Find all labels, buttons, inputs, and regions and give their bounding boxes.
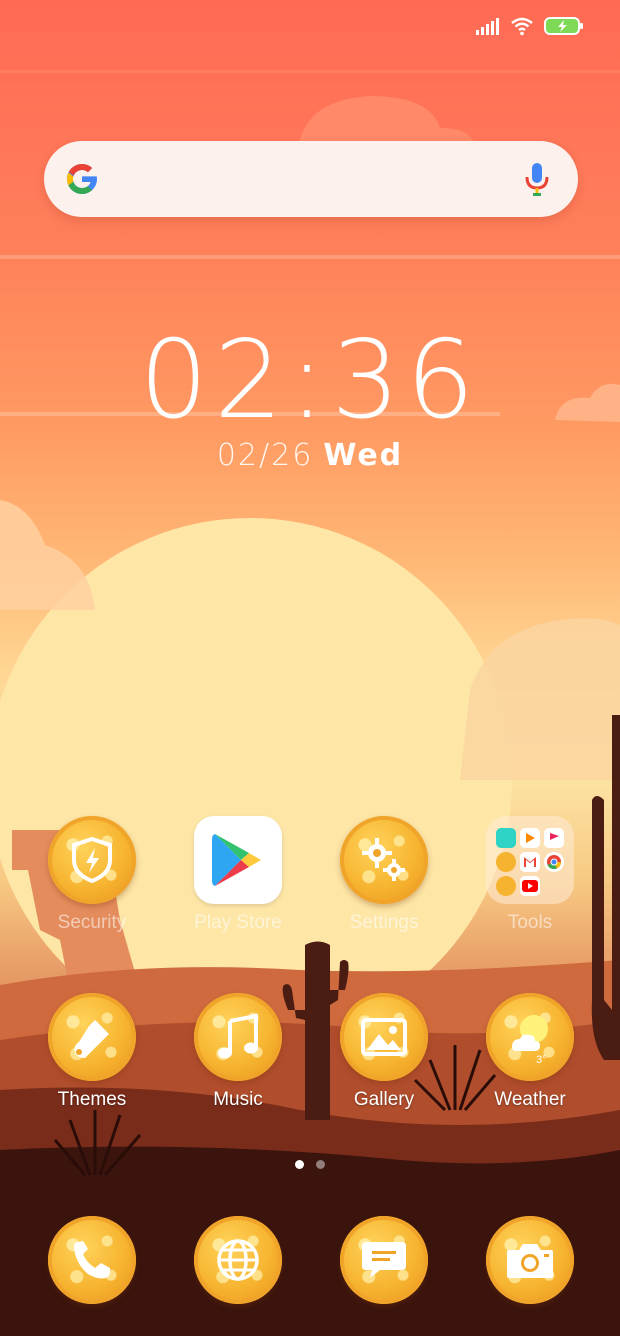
camera-icon xyxy=(486,1216,574,1304)
microphone-icon[interactable] xyxy=(524,161,550,197)
paintbrush-icon xyxy=(48,993,136,1081)
page-dot-active[interactable] xyxy=(295,1160,304,1169)
app-music[interactable]: Music xyxy=(178,993,298,1111)
app-weather[interactable]: 3° Weather xyxy=(470,993,590,1111)
weekday-text: Wed xyxy=(323,438,404,473)
clock-time[interactable]: 02:36 xyxy=(0,318,620,443)
chrome-icon xyxy=(544,852,564,872)
play-store-icon xyxy=(194,816,282,904)
battery-charging-icon xyxy=(544,17,583,35)
video-icon xyxy=(520,828,540,848)
weather-temp: 3° xyxy=(536,1054,547,1065)
dock-messages[interactable] xyxy=(339,1216,429,1306)
app-play-store[interactable]: Play Store xyxy=(178,816,298,934)
dock-camera[interactable] xyxy=(485,1216,575,1306)
music-note-icon xyxy=(194,993,282,1081)
cellular-signal-icon xyxy=(476,18,499,35)
gears-icon xyxy=(340,816,428,904)
app-tools-folder[interactable]: Tools xyxy=(470,816,590,934)
flag-icon xyxy=(544,828,564,848)
app-gallery[interactable]: Gallery xyxy=(324,993,444,1111)
app-icon xyxy=(496,876,516,896)
app-label: Weather xyxy=(494,1089,566,1110)
globe-icon xyxy=(194,1216,282,1304)
image-icon xyxy=(340,993,428,1081)
sun-cloud-icon: 3° xyxy=(486,993,574,1081)
app-label: Themes xyxy=(57,1089,127,1110)
date-text: 02/26 xyxy=(216,438,314,473)
app-label: Tools xyxy=(507,912,553,933)
app-label: Security xyxy=(57,912,127,933)
app-label: Music xyxy=(213,1089,263,1110)
gmail-icon xyxy=(520,852,540,872)
scanner-icon xyxy=(496,828,516,848)
shield-bolt-icon xyxy=(48,816,136,904)
clock-date: 02/26 Wed xyxy=(0,438,620,473)
dock-browser[interactable] xyxy=(193,1216,283,1306)
app-themes[interactable]: Themes xyxy=(32,993,152,1111)
folder-icon xyxy=(486,816,574,904)
message-icon xyxy=(340,1216,428,1304)
dock-phone[interactable] xyxy=(47,1216,137,1306)
phone-icon xyxy=(48,1216,136,1304)
page-dot[interactable] xyxy=(316,1160,325,1169)
youtube-icon xyxy=(520,876,540,896)
status-bar xyxy=(476,16,584,36)
app-security[interactable]: Security xyxy=(32,816,152,934)
page-indicator xyxy=(0,1160,620,1169)
google-g-icon xyxy=(67,164,97,194)
app-label: Settings xyxy=(349,912,419,933)
app-label: Play Store xyxy=(194,912,282,933)
google-search-bar[interactable] xyxy=(44,141,578,217)
wifi-icon xyxy=(511,17,533,36)
app-label: Gallery xyxy=(353,1089,415,1110)
app-icon xyxy=(496,852,516,872)
app-settings[interactable]: Settings xyxy=(324,816,444,934)
